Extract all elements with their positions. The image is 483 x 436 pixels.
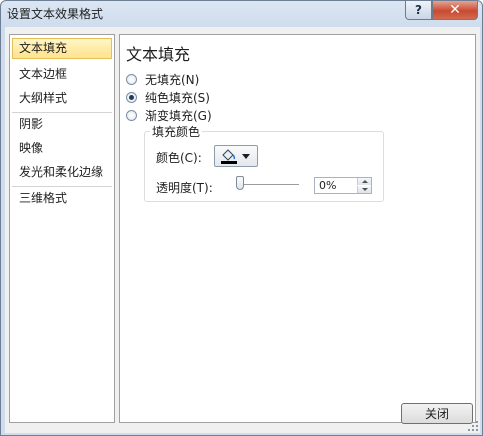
transparency-slider-thumb[interactable] bbox=[236, 176, 244, 190]
sidebar-divider bbox=[12, 112, 112, 113]
chevron-down-icon bbox=[242, 154, 250, 159]
transparency-slider-track[interactable] bbox=[236, 184, 299, 185]
radio-button-checked[interactable] bbox=[126, 92, 137, 103]
spin-up-icon[interactable] bbox=[357, 178, 371, 185]
sidebar-item-glow-soft-edges[interactable]: 发光和柔化边缘 bbox=[12, 162, 112, 183]
sidebar-divider bbox=[12, 186, 112, 187]
sidebar-item-reflection[interactable]: 映像 bbox=[12, 138, 112, 159]
dialog-body: 文本填充 文本边框 大纲样式 阴影 映像 发光和柔化边缘 三维格式 文本填充 无… bbox=[5, 27, 480, 433]
gradient-fill-label: 渐变填充(G) bbox=[145, 109, 212, 123]
dialog-window: 设置文本效果格式 ? ✕ 文本填充 文本边框 大纲样式 阴影 映像 发光和柔化边… bbox=[0, 0, 483, 436]
no-fill-label: 无填充(N) bbox=[145, 73, 200, 87]
sidebar-item-3d-format[interactable]: 三维格式 bbox=[12, 188, 112, 209]
color-picker-button[interactable] bbox=[214, 145, 258, 167]
close-icon: ✕ bbox=[449, 2, 461, 18]
settings-panel: 文本填充 无填充(N) 纯色填充(S) 渐变填充(G) 填充颜色 颜色(C): bbox=[119, 34, 476, 423]
resize-grip-icon[interactable] bbox=[468, 421, 478, 431]
category-sidebar: 文本填充 文本边框 大纲样式 阴影 映像 发光和柔化边缘 三维格式 bbox=[9, 34, 115, 423]
radio-button[interactable] bbox=[126, 74, 137, 85]
spin-down-icon[interactable] bbox=[357, 186, 371, 193]
sidebar-item-text-fill[interactable]: 文本填充 bbox=[12, 38, 112, 59]
paint-bucket-icon bbox=[221, 149, 237, 164]
color-label: 颜色(C): bbox=[156, 151, 202, 165]
sidebar-item-outline-style[interactable]: 大纲样式 bbox=[12, 88, 112, 109]
help-button[interactable]: ? bbox=[405, 1, 432, 20]
sidebar-item-text-outline[interactable]: 文本边框 bbox=[12, 64, 112, 85]
sidebar-item-shadow[interactable]: 阴影 bbox=[12, 114, 112, 135]
help-icon: ? bbox=[415, 3, 422, 17]
solid-fill-radio[interactable]: 纯色填充(S) bbox=[126, 89, 210, 106]
panel-heading: 文本填充 bbox=[126, 45, 191, 64]
radio-button[interactable] bbox=[126, 110, 137, 121]
transparency-label: 透明度(T): bbox=[156, 181, 213, 195]
no-fill-radio[interactable]: 无填充(N) bbox=[126, 71, 199, 88]
gradient-fill-radio[interactable]: 渐变填充(G) bbox=[126, 107, 212, 124]
window-close-button[interactable]: ✕ bbox=[432, 1, 478, 20]
transparency-spinbox[interactable]: 0% bbox=[314, 177, 372, 194]
window-title: 设置文本效果格式 bbox=[7, 7, 104, 21]
transparency-value[interactable]: 0% bbox=[319, 179, 336, 192]
fill-color-group-title: 填充颜色 bbox=[150, 123, 203, 140]
solid-fill-label: 纯色填充(S) bbox=[145, 91, 210, 105]
close-button[interactable]: 关闭 bbox=[401, 403, 473, 424]
